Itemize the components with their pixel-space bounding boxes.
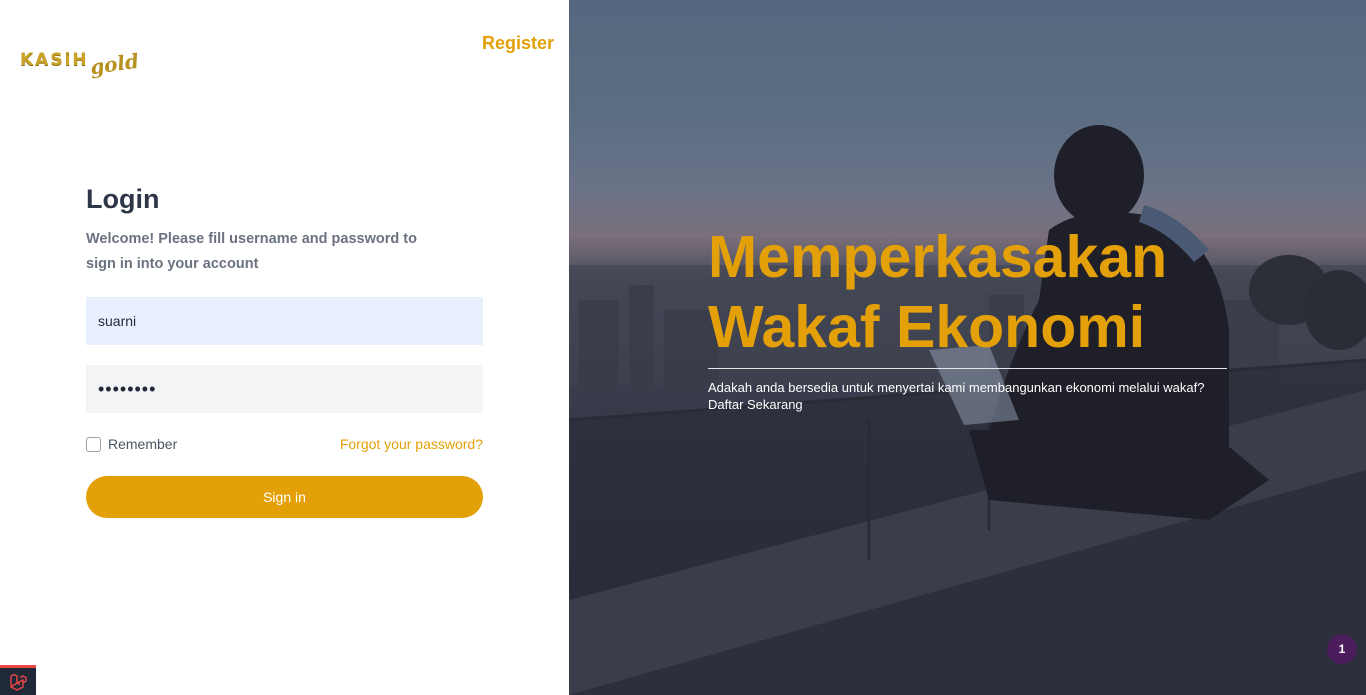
daftar-sekarang-link[interactable]: Daftar Sekarang <box>708 396 1228 413</box>
register-link[interactable]: Register <box>482 33 554 54</box>
hero-divider <box>708 368 1227 369</box>
hero-title-line2: Wakaf Ekonomi <box>708 294 1146 360</box>
form-options: Remember Forgot your password? <box>86 435 483 453</box>
signin-button[interactable]: Sign in <box>86 476 483 518</box>
remember-label: Remember <box>108 436 178 452</box>
logo-text: KASiH <box>20 50 89 70</box>
notification-badge[interactable]: 1 <box>1327 634 1357 664</box>
password-input[interactable] <box>86 365 483 413</box>
login-panel: KASiH gold Register Login Welcome! Please… <box>0 0 569 695</box>
hero-title-line1: Memperkasakan <box>708 224 1168 290</box>
hero-subtitle: Adakah anda bersedia untuk menyertai kam… <box>708 380 1205 395</box>
username-input[interactable] <box>86 297 483 345</box>
brand-logo: KASiH gold <box>20 30 140 80</box>
welcome-text: Welcome! Please fill username and passwo… <box>86 231 417 272</box>
hero-panel: Memperkasakan Wakaf Ekonomi Adakah anda … <box>569 0 1366 695</box>
remember-checkbox-label[interactable]: Remember <box>86 436 177 452</box>
login-form: Login Welcome! Please fill username and … <box>86 183 483 518</box>
hero-content: Memperkasakan Wakaf Ekonomi Adakah anda … <box>708 222 1228 413</box>
forgot-password-link[interactable]: Forgot your password? <box>340 436 483 452</box>
laravel-icon[interactable] <box>0 665 36 695</box>
remember-checkbox[interactable] <box>86 436 101 452</box>
login-title: Login <box>86 184 160 214</box>
laravel-logo-icon <box>10 673 27 691</box>
logo-script-text: gold <box>88 48 140 80</box>
